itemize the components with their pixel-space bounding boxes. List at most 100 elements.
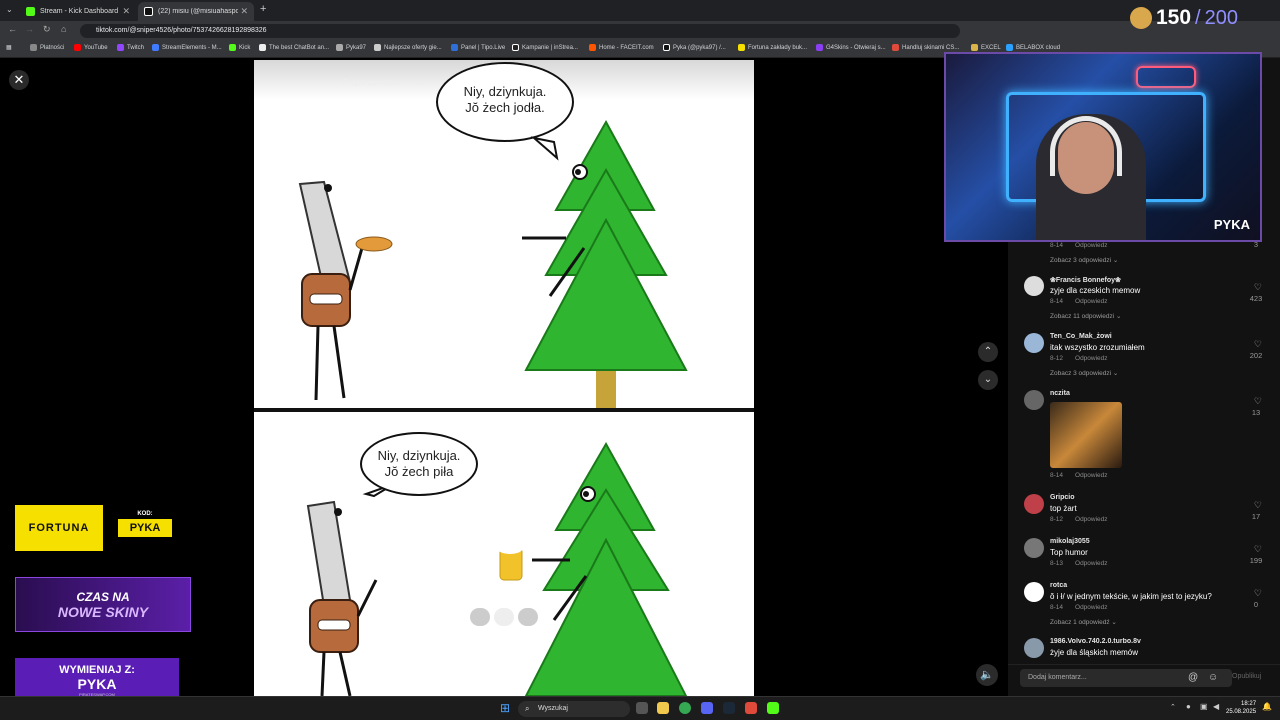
tab-tiktok[interactable]: (22) misiu (@misiuahaspoko) | ... ✕	[138, 2, 254, 21]
comment-input[interactable]: Dodaj komentarz...	[1020, 669, 1232, 687]
reply-link[interactable]: Odpowiedz	[1075, 472, 1108, 479]
reload-icon[interactable]: ↻	[43, 24, 51, 35]
wymien-line1: WYMIENIAJ Z:	[59, 664, 135, 676]
app-icon[interactable]	[745, 702, 757, 714]
start-icon[interactable]: ⊞	[500, 701, 510, 715]
discord-icon[interactable]	[701, 702, 713, 714]
bookmark-item[interactable]: Fortuna zakłady buk...	[738, 44, 807, 51]
bookmark-item[interactable]: Pyka (@pyka97) /...	[663, 44, 726, 51]
comment-meta: 8-12 Odpowiedz	[1050, 355, 1108, 362]
tab-kick-dashboard[interactable]: Stream - Kick Dashboard ✕	[20, 2, 136, 21]
avatar[interactable]	[1024, 494, 1044, 514]
tiktok-icon	[144, 7, 153, 16]
carousel-next-dot[interactable]	[518, 608, 538, 626]
new-tab-icon[interactable]: +	[260, 3, 266, 15]
reply-link[interactable]: Odpowiedz	[1075, 560, 1108, 567]
next-post-icon[interactable]: ⌄	[978, 370, 998, 390]
carousel-current-dot[interactable]	[494, 608, 514, 626]
comment-author[interactable]: Ten_Co_Mak_żowi	[1050, 333, 1112, 340]
volume-icon[interactable]: 🔈	[976, 664, 998, 686]
goal-current: 150	[1156, 6, 1192, 29]
promo-code-value: PYKA	[118, 519, 172, 537]
bookmark-item[interactable]: Pyka97	[336, 44, 366, 51]
network-icon[interactable]: ▣	[1200, 702, 1208, 711]
heart-icon[interactable]: ♡	[1254, 339, 1262, 350]
reply-link[interactable]: Odpowiedz	[1075, 355, 1108, 362]
microphone-icon[interactable]: ●	[1186, 702, 1191, 711]
taskbar-search[interactable]: ⌕ Wyszukaj	[518, 701, 630, 717]
file-explorer-icon[interactable]	[657, 702, 669, 714]
bookmark-item[interactable]: Najlepsze oferty gie...	[374, 44, 442, 51]
close-tab-icon[interactable]: ✕	[240, 6, 248, 17]
bookmark-item[interactable]: Kampanie | inStrea...	[512, 44, 578, 51]
volume-tray-icon[interactable]: ◀	[1213, 702, 1219, 711]
emoji-icon[interactable]: ☺	[1208, 672, 1218, 683]
url-field[interactable]: tiktok.com/@sniper4526/photo/75374266281…	[80, 24, 960, 38]
previous-post-icon[interactable]: ⌃	[978, 342, 998, 362]
bubble-line: Jŏ żech piła	[384, 464, 454, 479]
bookmark-item[interactable]: BELABOX cloud	[1006, 44, 1060, 51]
wymien-line2: PYKA	[77, 676, 117, 692]
view-replies-link[interactable]: Zobacz 3 odpowiedzi ⌄	[1050, 369, 1118, 377]
heart-icon[interactable]: ♡	[1254, 396, 1262, 407]
reply-link[interactable]: Odpowiedz	[1075, 604, 1108, 611]
view-replies-link[interactable]: Zobacz 1 odpowiedź ⌄	[1050, 618, 1117, 626]
bookmark-item[interactable]: Handluj skinami CS...	[892, 44, 959, 51]
comment-author[interactable]: ❀Francis Bonnefoy❀	[1050, 276, 1121, 284]
tray-expand-icon[interactable]: ⌃	[1170, 703, 1176, 711]
bookmark-item[interactable]: Twitch	[117, 44, 144, 51]
comment-image[interactable]	[1050, 402, 1122, 468]
view-replies-link[interactable]: Zobacz 11 odpowiedzi ⌄	[1050, 312, 1121, 320]
avatar[interactable]	[1024, 538, 1044, 558]
avatar[interactable]	[1024, 582, 1044, 602]
task-view-icon[interactable]	[636, 702, 648, 714]
bookmark-item[interactable]: Płatności	[30, 44, 64, 51]
reply-link[interactable]: Odpowiedz	[1075, 516, 1108, 523]
comment-author[interactable]: Gripcio	[1050, 494, 1075, 501]
bookmark-folder[interactable]: EXCEL	[971, 44, 1001, 51]
bookmark-item[interactable]: Kick	[229, 44, 250, 51]
bookmark-item[interactable]: The best ChatBot an...	[259, 44, 329, 51]
bookmark-item[interactable]: Panel | Tipo.Live	[451, 44, 505, 51]
heart-icon[interactable]: ♡	[1254, 282, 1262, 293]
close-tab-icon[interactable]: ✕	[122, 6, 130, 17]
sub-goal: 150 / 200	[1130, 6, 1238, 30]
fortuna-logo: FORTUNA	[15, 505, 103, 551]
search-icon: ⌕	[525, 704, 530, 713]
tab-list-icon[interactable]: ⌄	[6, 5, 13, 14]
close-icon[interactable]: ✕	[9, 70, 29, 90]
mention-icon[interactable]: @	[1188, 672, 1198, 683]
forward-icon[interactable]: →	[25, 24, 34, 34]
kick-icon[interactable]	[767, 702, 779, 714]
steam-icon[interactable]	[723, 702, 735, 714]
avatar[interactable]	[1024, 333, 1044, 353]
apps-icon[interactable]: ▦	[6, 44, 12, 51]
heart-icon[interactable]: ♡	[1254, 544, 1262, 555]
chrome-icon[interactable]	[679, 702, 691, 714]
comment-author[interactable]: rotca	[1050, 582, 1067, 589]
avatar[interactable]	[1024, 276, 1044, 296]
kick-icon	[26, 7, 35, 16]
reply-link[interactable]: Odpowiedz	[1075, 298, 1108, 305]
heart-icon[interactable]: ♡	[1254, 588, 1262, 599]
bookmark-item[interactable]: YouTube	[74, 44, 108, 51]
comment-author[interactable]: mikolaj3055	[1050, 538, 1090, 545]
bookmark-item[interactable]: Home - FACEIT.com	[589, 44, 654, 51]
comment-meta: 8-14 Odpowiedz	[1050, 242, 1108, 249]
home-icon[interactable]: ⌂	[61, 24, 66, 34]
comment-author[interactable]: nczita	[1050, 390, 1070, 397]
heart-icon[interactable]: ♡	[1254, 500, 1262, 511]
bookmark-item[interactable]: G4Skins - Otwieraj s...	[816, 44, 886, 51]
notifications-icon[interactable]: 🔔	[1262, 702, 1272, 711]
comment-author[interactable]: 1986.Volvo.740.2.0.turbo.8v	[1050, 638, 1141, 645]
bookmark-item[interactable]: StreamElements - M...	[152, 44, 222, 51]
avatar[interactable]	[1024, 390, 1044, 410]
back-icon[interactable]: ←	[8, 24, 17, 34]
avatar[interactable]	[1024, 638, 1044, 658]
like-count: 423	[1249, 294, 1263, 303]
carousel-prev-dot[interactable]	[470, 608, 490, 626]
view-replies-link[interactable]: Zobacz 3 odpowiedzi ⌄	[1050, 256, 1118, 264]
post-button[interactable]: Opublikuj	[1232, 673, 1261, 680]
clock[interactable]: 18:27 25.08.2025	[1226, 700, 1256, 716]
reply-link[interactable]: Odpowiedz	[1075, 242, 1108, 249]
